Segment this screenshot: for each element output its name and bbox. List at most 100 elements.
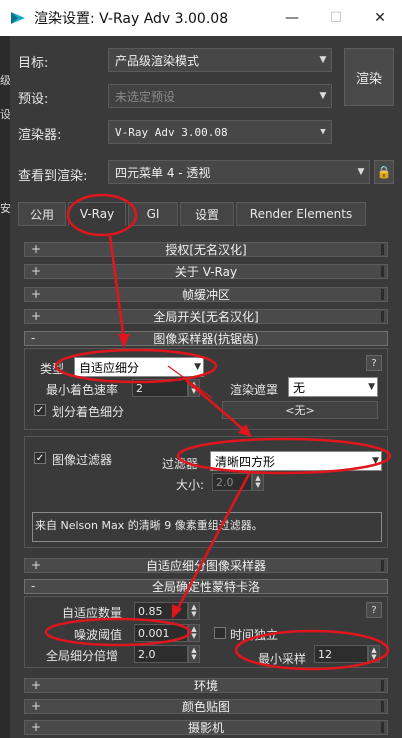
noise-threshold-input[interactable]: 0.001 bbox=[134, 624, 188, 642]
rollout-title: 全局开关[无名汉化] bbox=[153, 310, 259, 324]
image-filter-label: 图像过滤器 bbox=[52, 453, 113, 467]
tab-common[interactable]: 公用 bbox=[18, 202, 66, 226]
expand-icon: + bbox=[31, 242, 42, 256]
help-button[interactable]: ? bbox=[366, 602, 382, 618]
view-row: 查看到渲染: bbox=[18, 165, 104, 184]
rollout-about[interactable]: + 关于 V-Ray bbox=[24, 264, 388, 279]
expand-icon: + bbox=[31, 309, 42, 323]
rollout-title: 图像采样器(抗锯齿) bbox=[153, 332, 259, 346]
filter-size-spinner[interactable]: ▲ ▼ bbox=[252, 473, 264, 491]
rollout-title: 环境 bbox=[193, 679, 218, 693]
collapse-icon: - bbox=[31, 579, 36, 593]
renderer-value: V-Ray Adv 3.00.08 bbox=[115, 125, 228, 139]
global-subdiv-mult-spinner[interactable]: ▲ ▼ bbox=[188, 645, 200, 663]
3dsmax-app-icon bbox=[11, 12, 25, 24]
filter-description: 来自 Nelson Max 的清晰 9 像素重组过滤器。 bbox=[32, 512, 382, 542]
global-subdiv-mult-input[interactable]: 2.0 bbox=[134, 645, 188, 663]
tab-gi[interactable]: GI bbox=[128, 202, 178, 226]
help-button[interactable]: ? bbox=[366, 355, 382, 371]
min-shading-rate-spinner[interactable]: ▲ ▼ bbox=[188, 379, 200, 397]
window-title: 渲染设置: V-Ray Adv 3.00.08 bbox=[34, 11, 229, 27]
rollout-bar bbox=[381, 289, 384, 300]
rollout-framebuffer[interactable]: + 帧缓冲区 bbox=[24, 287, 388, 302]
close-button[interactable]: ✕ bbox=[358, 0, 402, 36]
tab-settings[interactable]: 设置 bbox=[180, 202, 234, 226]
rollout-title: 授权[无名汉化] bbox=[165, 243, 247, 257]
rollout-image-sampler[interactable]: - 图像采样器(抗锯齿) bbox=[24, 331, 388, 346]
maximize-button[interactable]: ☐ bbox=[314, 0, 358, 36]
rollout-title: 颜色贴图 bbox=[181, 700, 230, 714]
title-bar: 渲染设置: V-Ray Adv 3.00.08 — ☐ ✕ bbox=[0, 0, 402, 36]
preset-dropdown[interactable]: 未选定预设 ▼ bbox=[108, 84, 332, 108]
time-independent-checkbox[interactable]: ✓ bbox=[214, 627, 226, 639]
rollout-title: 全局确定性蒙特卡洛 bbox=[151, 580, 260, 594]
tab-vray[interactable]: V-Ray bbox=[68, 202, 126, 226]
tab-bar: 公用 V-Ray GI 设置 Render Elements bbox=[18, 202, 394, 226]
renderer-row: 渲染器: bbox=[18, 124, 104, 143]
preset-label: 预设: bbox=[18, 92, 49, 107]
rollout-camera[interactable]: + 摄影机 bbox=[24, 720, 388, 735]
rollout-license[interactable]: + 授权[无名汉化] bbox=[24, 242, 388, 257]
target-row: 目标: bbox=[18, 52, 104, 71]
rollout-bar bbox=[381, 560, 384, 571]
preset-row: 预设: bbox=[18, 88, 104, 107]
chevron-down-icon: ▼ bbox=[319, 91, 327, 101]
rollout-title: 关于 V-Ray bbox=[174, 265, 238, 279]
min-samples-label: 最小采样 bbox=[258, 652, 307, 666]
rollout-bar bbox=[381, 701, 384, 712]
chevron-down-icon: ▼ bbox=[320, 127, 326, 137]
divide-shading-label: 划分着色细分 bbox=[52, 405, 125, 419]
render-mask-dropdown[interactable]: 无 ▼ bbox=[288, 377, 378, 397]
left-strip-label: 级 bbox=[0, 74, 10, 87]
rollout-global-switches[interactable]: + 全局开关[无名汉化] bbox=[24, 309, 388, 324]
filter-size-input[interactable]: 2.0 bbox=[212, 473, 252, 491]
view-dropdown[interactable]: 四元菜单 4 - 透视 ▼ bbox=[108, 160, 370, 184]
lock-icon: 🔒 bbox=[376, 165, 392, 179]
adaptive-amount-spinner[interactable]: ▲ ▼ bbox=[188, 602, 200, 620]
chevron-down-icon: ▼ bbox=[368, 382, 375, 392]
rollout-color-mapping[interactable]: + 颜色贴图 bbox=[24, 699, 388, 714]
rollout-environment[interactable]: + 环境 bbox=[24, 678, 388, 693]
collapse-icon: - bbox=[31, 331, 36, 345]
lock-view-button[interactable]: 🔒 bbox=[374, 160, 394, 184]
chevron-down-icon: ▼ bbox=[194, 362, 201, 372]
sampler-type-dropdown[interactable]: 自适应细分 ▼ bbox=[74, 357, 204, 377]
renderer-dropdown[interactable]: V-Ray Adv 3.00.08 ▼ bbox=[108, 120, 332, 144]
rollout-bar bbox=[381, 244, 384, 255]
global-subdiv-mult-label: 全局细分倍增 bbox=[46, 649, 119, 663]
renderer-label: 渲染器: bbox=[18, 128, 62, 143]
adaptive-amount-input[interactable]: 0.85 bbox=[134, 602, 188, 620]
divide-shading-checkbox[interactable]: ✓ bbox=[34, 404, 46, 416]
rollout-bar bbox=[381, 266, 384, 277]
min-shading-rate-label: 最小着色速率 bbox=[46, 383, 119, 397]
mask-none-button[interactable]: <无> bbox=[222, 401, 378, 419]
render-mask-value: 无 bbox=[293, 380, 306, 395]
view-to-render-label: 查看到渲染: bbox=[18, 169, 88, 184]
expand-icon: + bbox=[31, 678, 42, 692]
min-samples-spinner[interactable]: ▲ ▼ bbox=[368, 645, 380, 663]
rollout-title: 自适应细分图像采样器 bbox=[145, 559, 266, 573]
noise-threshold-spinner[interactable]: ▲ ▼ bbox=[188, 624, 200, 642]
expand-icon: + bbox=[31, 287, 42, 301]
expand-icon: + bbox=[31, 720, 42, 734]
minimize-button[interactable]: — bbox=[270, 0, 314, 36]
sampler-type-value: 自适应细分 bbox=[79, 360, 140, 375]
target-label: 目标: bbox=[18, 56, 49, 71]
rollout-adaptive-subdivision[interactable]: + 自适应细分图像采样器 bbox=[24, 558, 388, 573]
rollout-bar bbox=[381, 311, 384, 322]
chevron-down-icon: ▼ bbox=[372, 456, 379, 466]
filter-type-dropdown[interactable]: 清晰四方形 ▼ bbox=[210, 451, 382, 471]
rollout-global-dmc[interactable]: - 全局确定性蒙特卡洛 bbox=[24, 579, 388, 594]
expand-icon: + bbox=[31, 699, 42, 713]
min-samples-input[interactable]: 12 bbox=[314, 645, 368, 663]
rollout-bar bbox=[381, 680, 384, 691]
view-value: 四元菜单 4 - 透视 bbox=[115, 165, 211, 180]
render-button[interactable]: 渲染 bbox=[344, 48, 394, 106]
image-filter-checkbox[interactable]: ✓ bbox=[34, 452, 46, 464]
rollout-bar bbox=[381, 722, 384, 733]
target-dropdown[interactable]: 产品级渲染模式 ▼ bbox=[108, 48, 332, 72]
min-shading-rate-input[interactable]: 2 bbox=[132, 379, 188, 397]
rollout-title: 摄影机 bbox=[187, 721, 224, 735]
filter-size-label: 大小: bbox=[176, 478, 205, 492]
tab-render-elements[interactable]: Render Elements bbox=[236, 202, 366, 226]
